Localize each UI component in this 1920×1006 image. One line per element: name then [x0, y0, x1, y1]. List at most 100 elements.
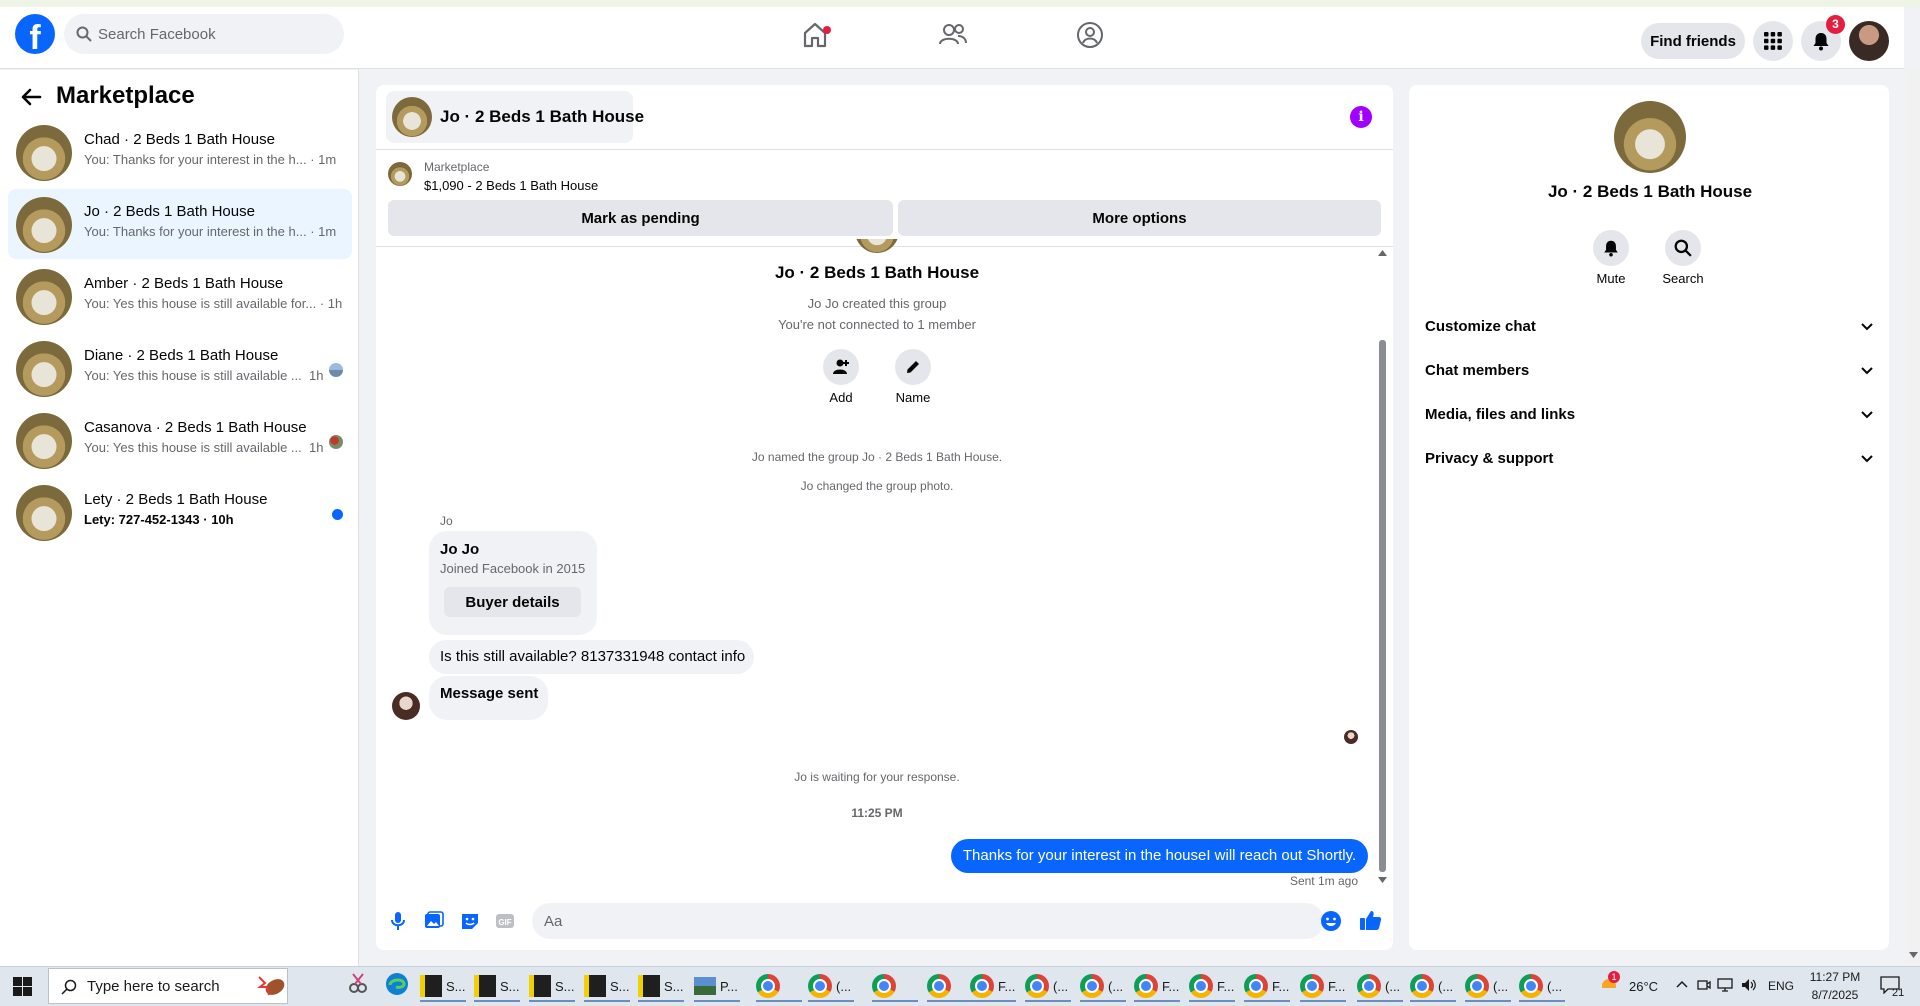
buyer-details-button[interactable]: Buyer details: [444, 587, 581, 617]
taskbar-app-button[interactable]: S...: [638, 970, 684, 1002]
taskbar-app-button[interactable]: [927, 970, 973, 1002]
page-scroll-down-arrow[interactable]: [1909, 952, 1918, 958]
taskbar-app-button[interactable]: [872, 970, 918, 1002]
privacy-support-section[interactable]: Privacy & support: [1424, 439, 1874, 479]
clock-date[interactable]: 8/7/2025: [1800, 988, 1870, 1002]
section-label: Media, files and links: [1425, 406, 1576, 423]
sticker-icon[interactable]: [460, 911, 480, 931]
taskbar-app-label: (...: [1547, 978, 1563, 994]
customize-chat-section[interactable]: Customize chat: [1424, 307, 1874, 347]
groups-icon[interactable]: [1075, 20, 1105, 50]
sticky-notes-icon: [474, 975, 496, 997]
taskbar-app-button[interactable]: S...: [584, 970, 630, 1002]
edge-icon[interactable]: [385, 972, 409, 996]
message-input[interactable]: [544, 903, 1284, 939]
search-input[interactable]: [98, 14, 334, 54]
taskbar-app-button[interactable]: S...: [420, 970, 466, 1002]
chevron-up-icon[interactable]: [1676, 979, 1688, 991]
friends-icon[interactable]: [938, 20, 968, 50]
edit-pencil-icon[interactable]: [895, 349, 931, 385]
media-files-links-section[interactable]: Media, files and links: [1424, 395, 1874, 435]
message-composer[interactable]: [532, 903, 1324, 939]
taskbar-app-button[interactable]: (...: [808, 970, 854, 1002]
search-label: Search: [1662, 271, 1704, 286]
running-indicator: [529, 1000, 575, 1002]
add-person-icon[interactable]: [823, 349, 859, 385]
more-options-button[interactable]: More options: [898, 200, 1381, 236]
taskbar-app-button[interactable]: (...: [1410, 970, 1456, 1002]
my-message-bubble[interactable]: Thanks for your interest in the houseI w…: [951, 839, 1368, 873]
scroll-down-arrow[interactable]: [1378, 877, 1387, 883]
info-icon[interactable]: i: [1350, 106, 1372, 128]
taskbar-search-input[interactable]: [87, 969, 237, 1003]
listing-thumbnail: [16, 485, 72, 541]
chrome-icon: [1025, 974, 1049, 998]
taskbar-app-button[interactable]: F...: [970, 970, 1016, 1002]
taskbar-app-button[interactable]: S...: [529, 970, 575, 1002]
conversation-item[interactable]: Amber · 2 Beds 1 Bath House You: Yes thi…: [8, 261, 352, 331]
taskbar-search[interactable]: [48, 968, 288, 1004]
taskbar-app-button[interactable]: (...: [1465, 970, 1511, 1002]
listing-thumbnail: [16, 269, 72, 325]
find-friends-button[interactable]: Find friends: [1641, 23, 1745, 59]
menu-grid-icon[interactable]: [1753, 21, 1793, 61]
back-arrow-icon[interactable]: [20, 86, 42, 108]
taskbar-app-button[interactable]: S...: [474, 970, 520, 1002]
listing-thumbnail: [16, 197, 72, 253]
conversation-name: Diane · 2 Beds 1 Bath House: [84, 347, 279, 364]
chat-members-section[interactable]: Chat members: [1424, 351, 1874, 391]
chevron-down-icon: [1860, 319, 1874, 333]
message-bubble[interactable]: Is this still available? 8137331948 cont…: [429, 640, 754, 674]
chrome-icon: [927, 974, 951, 998]
taskbar-app-label: (...: [1385, 978, 1401, 994]
gif-icon[interactable]: GIF: [495, 911, 515, 931]
snipping-tool-icon[interactable]: [346, 972, 370, 996]
taskbar-app-button[interactable]: (...: [1025, 970, 1071, 1002]
taskbar-app-button[interactable]: (...: [1080, 970, 1126, 1002]
taskbar-app-button[interactable]: F...: [1300, 970, 1346, 1002]
conversation-item[interactable]: Lety · 2 Beds 1 Bath House Lety: 727-452…: [8, 477, 352, 547]
chrome-icon: [970, 974, 994, 998]
search-facebook[interactable]: [64, 14, 344, 54]
page-scrollbar[interactable]: [1906, 69, 1920, 966]
photo-attach-icon[interactable]: [424, 911, 444, 931]
microphone-icon[interactable]: [389, 911, 407, 931]
thumbs-up-icon[interactable]: [1359, 909, 1382, 931]
group-avatar[interactable]: [1614, 101, 1686, 173]
taskbar-app-button[interactable]: F...: [1134, 970, 1180, 1002]
conversation-preview: You: Yes this house is still available .…: [84, 440, 324, 455]
taskbar-app-button[interactable]: (...: [1519, 970, 1565, 1002]
search-icon[interactable]: [1665, 230, 1701, 266]
taskbar-app-button[interactable]: P...: [694, 970, 740, 1002]
section-label: Customize chat: [1425, 318, 1536, 335]
account-avatar[interactable]: [1849, 21, 1889, 61]
chat-header[interactable]: Jo · 2 Beds 1 Bath House: [386, 91, 644, 143]
chat-avatar: [392, 97, 432, 137]
home-icon[interactable]: [800, 20, 830, 50]
message-bubble[interactable]: Message sent: [429, 676, 548, 720]
emoji-icon[interactable]: [1320, 910, 1342, 932]
listing-price-title[interactable]: $1,090 - 2 Beds 1 Bath House: [424, 178, 598, 193]
facebook-logo-icon[interactable]: f: [15, 14, 55, 54]
mark-as-pending-button[interactable]: Mark as pending: [388, 200, 893, 236]
input-language[interactable]: ENG: [1768, 979, 1794, 993]
mute-bell-icon[interactable]: [1593, 230, 1629, 266]
conversation-item[interactable]: Casanova · 2 Beds 1 Bath House You: Yes …: [8, 405, 352, 475]
volume-icon[interactable]: [1741, 978, 1757, 992]
meet-camera-icon[interactable]: [1697, 978, 1711, 992]
chat-scrollbar-thumb[interactable]: [1379, 340, 1386, 872]
taskbar-app-button[interactable]: (...: [1357, 970, 1403, 1002]
clock-time[interactable]: 11:27 PM: [1800, 970, 1870, 984]
buyer-name: Jo Jo: [440, 541, 480, 558]
taskbar-app-button[interactable]: F...: [1189, 970, 1235, 1002]
network-icon[interactable]: [1717, 978, 1733, 992]
conversation-item[interactable]: Diane · 2 Beds 1 Bath House You: Yes thi…: [8, 333, 352, 403]
taskbar-app-button[interactable]: F...: [1244, 970, 1290, 1002]
conversation-item-active[interactable]: Jo · 2 Beds 1 Bath House You: Thanks for…: [8, 189, 352, 259]
temperature[interactable]: 26°C: [1629, 979, 1658, 994]
taskbar-app-button[interactable]: [756, 970, 802, 1002]
running-indicator: [1300, 1000, 1346, 1002]
windows-start-icon[interactable]: [13, 977, 32, 996]
conversation-item[interactable]: Chad · 2 Beds 1 Bath House You: Thanks f…: [8, 117, 352, 187]
scroll-up-arrow[interactable]: [1378, 250, 1387, 256]
